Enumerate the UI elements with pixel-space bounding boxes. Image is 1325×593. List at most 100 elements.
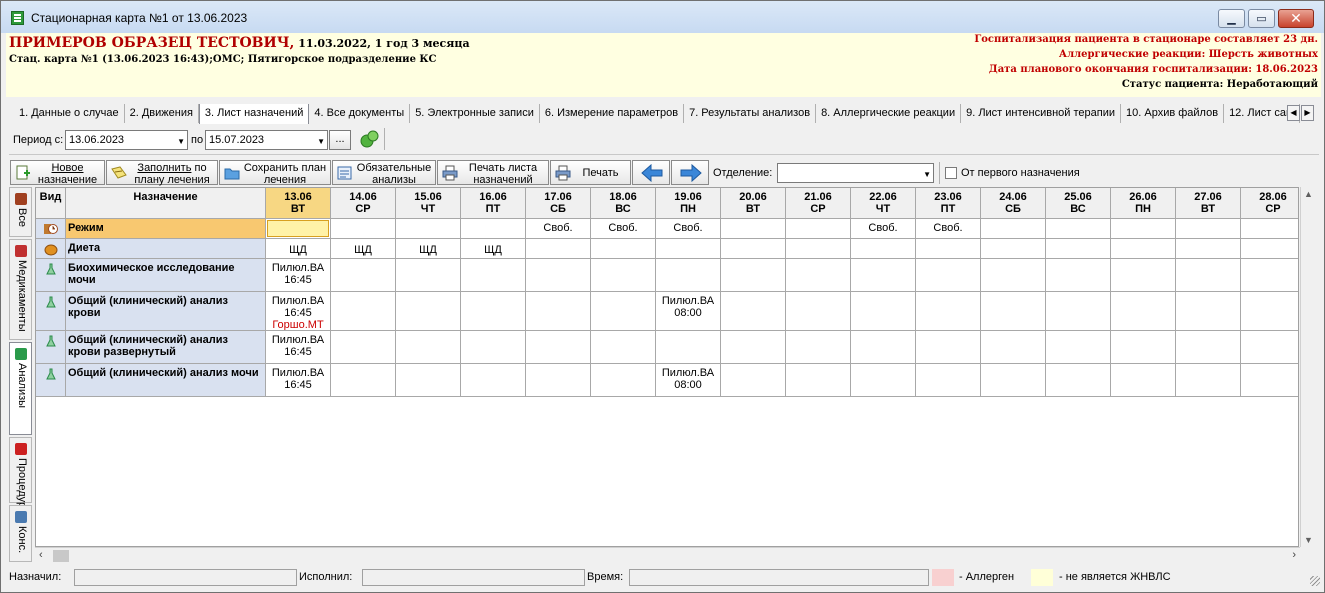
- schedule-cell[interactable]: [981, 364, 1046, 397]
- schedule-cell[interactable]: [526, 239, 591, 259]
- schedule-cell[interactable]: [786, 239, 851, 259]
- schedule-cell[interactable]: [396, 292, 461, 331]
- schedule-cell[interactable]: [1046, 219, 1111, 239]
- schedule-cell[interactable]: [916, 259, 981, 292]
- tab-1[interactable]: 1. Данные о случае: [14, 104, 125, 123]
- schedule-cell[interactable]: [981, 219, 1046, 239]
- schedule-cell[interactable]: [396, 331, 461, 364]
- schedule-cell[interactable]: [526, 364, 591, 397]
- schedule-cell[interactable]: [396, 364, 461, 397]
- schedule-cell[interactable]: [721, 259, 786, 292]
- schedule-cell[interactable]: [331, 259, 396, 292]
- schedule-cell[interactable]: [721, 239, 786, 259]
- schedule-cell[interactable]: [461, 259, 526, 292]
- schedule-cell[interactable]: [331, 364, 396, 397]
- schedule-cell[interactable]: [396, 219, 461, 239]
- vertical-scrollbar[interactable]: ▲ ▼: [1300, 187, 1317, 547]
- prescription-name[interactable]: Общий (клинический) анализ крови разверн…: [66, 331, 266, 364]
- schedule-cell[interactable]: [1046, 364, 1111, 397]
- schedule-cell[interactable]: Пилюл.ВА 16:45: [266, 259, 331, 292]
- schedule-cell[interactable]: Своб.: [591, 219, 656, 239]
- tab-7[interactable]: 7. Результаты анализов: [684, 104, 817, 123]
- side-tab-1[interactable]: Все: [9, 187, 32, 237]
- schedule-cell[interactable]: [1241, 219, 1298, 239]
- chevron-up-icon[interactable]: ▲: [1304, 189, 1313, 199]
- schedule-cell[interactable]: [721, 331, 786, 364]
- chevron-left-icon[interactable]: ‹: [39, 549, 43, 561]
- side-tab-2[interactable]: Медикаменты: [9, 239, 32, 340]
- schedule-cell[interactable]: [591, 292, 656, 331]
- schedule-cell[interactable]: [916, 239, 981, 259]
- schedule-cell[interactable]: [981, 239, 1046, 259]
- schedule-cell[interactable]: Пилюл.ВА 08:00: [656, 292, 721, 331]
- schedule-cell[interactable]: [656, 331, 721, 364]
- tab-8[interactable]: 8. Аллергические реакции: [816, 104, 962, 123]
- schedule-cell[interactable]: [1241, 239, 1298, 259]
- chevron-down-icon[interactable]: ▼: [1304, 535, 1313, 545]
- horizontal-scroll-thumb[interactable]: [53, 550, 69, 562]
- schedule-cell[interactable]: [1176, 239, 1241, 259]
- schedule-cell[interactable]: [461, 331, 526, 364]
- print-list-button[interactable]: Печать листа назначений: [437, 160, 549, 186]
- from-first-checkbox[interactable]: [945, 167, 957, 179]
- schedule-cell[interactable]: [1111, 331, 1176, 364]
- chevron-right-icon[interactable]: ›: [1292, 549, 1296, 561]
- schedule-cell[interactable]: [396, 259, 461, 292]
- schedule-cell[interactable]: [1046, 292, 1111, 331]
- tab-9[interactable]: 9. Лист интенсивной терапии: [961, 104, 1122, 123]
- schedule-cell[interactable]: ЩД: [331, 239, 396, 259]
- schedule-cell[interactable]: [1241, 259, 1298, 292]
- next-button[interactable]: [671, 160, 709, 185]
- minimize-button[interactable]: ▁: [1218, 9, 1245, 28]
- prescription-name[interactable]: Биохимическое исследование мочи: [66, 259, 266, 292]
- tab-10[interactable]: 10. Архив файлов: [1121, 104, 1225, 123]
- close-button[interactable]: ✕: [1278, 9, 1314, 28]
- schedule-cell[interactable]: [461, 219, 526, 239]
- refresh-icon[interactable]: [358, 128, 380, 150]
- tab-5[interactable]: 5. Электронные записи: [410, 104, 540, 123]
- schedule-cell[interactable]: [656, 259, 721, 292]
- schedule-cell[interactable]: [656, 239, 721, 259]
- prescription-name[interactable]: Диета: [66, 239, 266, 259]
- schedule-cell[interactable]: [591, 239, 656, 259]
- schedule-cell[interactable]: [981, 331, 1046, 364]
- schedule-cell[interactable]: Своб.: [526, 219, 591, 239]
- schedule-cell[interactable]: [1046, 239, 1111, 259]
- schedule-cell[interactable]: [786, 219, 851, 239]
- department-select[interactable]: ▼: [777, 163, 934, 183]
- period-to-picker[interactable]: 15.07.2023 ▼: [205, 130, 328, 150]
- schedule-cell[interactable]: [526, 259, 591, 292]
- schedule-cell[interactable]: [1176, 219, 1241, 239]
- tab-3[interactable]: 3. Лист назначений: [198, 104, 310, 124]
- schedule-cell[interactable]: [916, 331, 981, 364]
- schedule-cell[interactable]: [526, 292, 591, 331]
- side-tab-3[interactable]: Анализы: [9, 342, 32, 435]
- schedule-cell[interactable]: [591, 364, 656, 397]
- schedule-cell[interactable]: [1111, 292, 1176, 331]
- prescription-name[interactable]: Общий (клинический) анализ мочи: [66, 364, 266, 397]
- schedule-cell[interactable]: Пилюл.ВА 16:45 Горшо.МТ: [266, 292, 331, 331]
- schedule-cell[interactable]: [981, 292, 1046, 331]
- schedule-cell[interactable]: [1046, 259, 1111, 292]
- schedule-cell[interactable]: [1176, 364, 1241, 397]
- tabs-scroll-right[interactable]: ▶: [1301, 105, 1314, 121]
- schedule-cell[interactable]: [916, 364, 981, 397]
- schedule-cell[interactable]: [1176, 331, 1241, 364]
- schedule-cell[interactable]: [851, 259, 916, 292]
- schedule-cell[interactable]: [266, 219, 331, 239]
- schedule-cell[interactable]: ЩД: [266, 239, 331, 259]
- schedule-cell[interactable]: Пилюл.ВА 16:45: [266, 331, 331, 364]
- schedule-cell[interactable]: [1176, 259, 1241, 292]
- schedule-cell[interactable]: Пилюл.ВА 08:00: [656, 364, 721, 397]
- schedule-cell[interactable]: [331, 292, 396, 331]
- schedule-cell[interactable]: [786, 259, 851, 292]
- schedule-cell[interactable]: [1241, 364, 1298, 397]
- previous-button[interactable]: [632, 160, 670, 185]
- schedule-cell[interactable]: [851, 239, 916, 259]
- schedule-cell[interactable]: [331, 331, 396, 364]
- mandatory-analyses-button[interactable]: Обязательные анализы: [332, 160, 436, 186]
- maximize-button[interactable]: ▭: [1248, 9, 1275, 28]
- schedule-cell[interactable]: [461, 292, 526, 331]
- schedule-cell[interactable]: [1176, 292, 1241, 331]
- horizontal-scrollbar[interactable]: ‹ ›: [35, 547, 1300, 564]
